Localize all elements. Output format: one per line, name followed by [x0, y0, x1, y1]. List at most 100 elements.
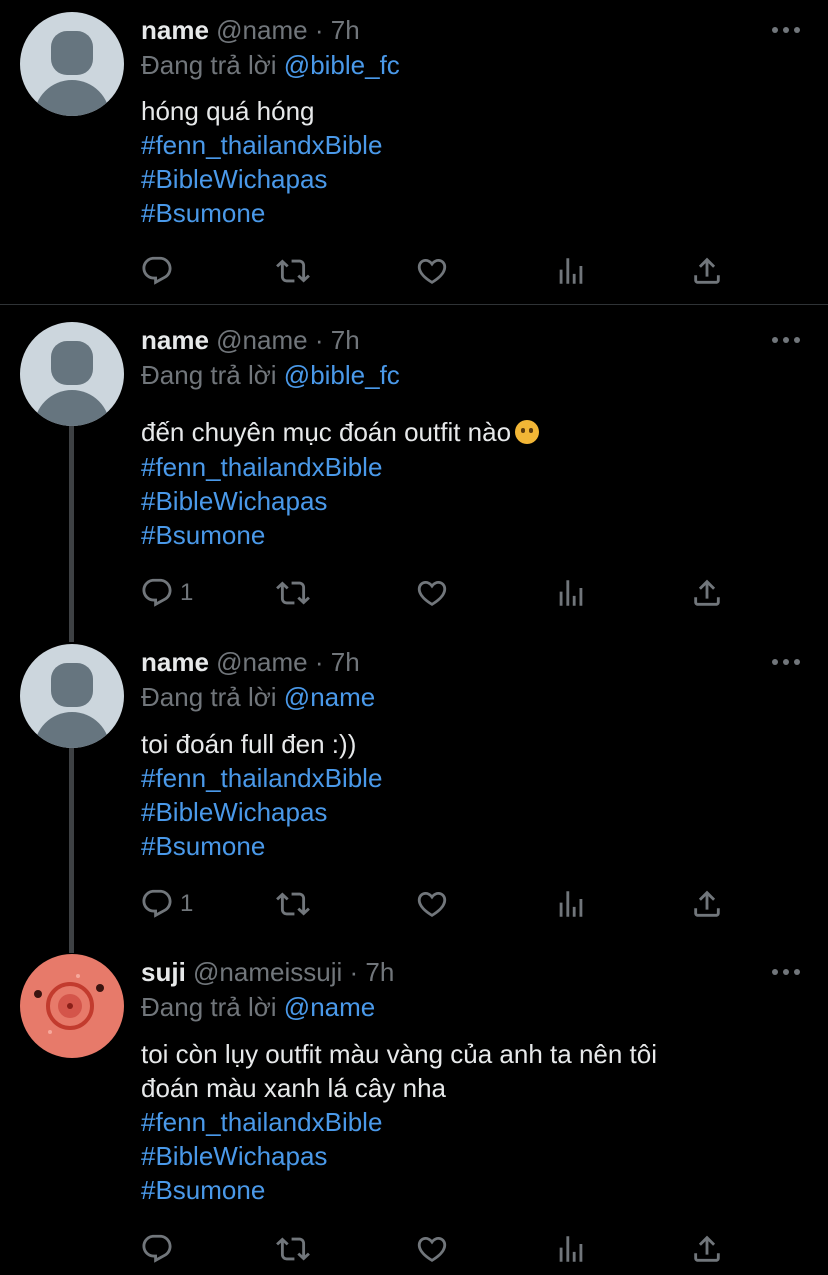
- share-icon: [690, 576, 724, 610]
- views-button[interactable]: [554, 254, 588, 288]
- more-options-icon[interactable]: [772, 27, 800, 35]
- tweet-header: name @name · 7h: [141, 15, 360, 46]
- retweet-button[interactable]: [276, 1232, 310, 1266]
- tweet[interactable]: name @name · 7h Đang trả lời @name toi đ…: [0, 625, 828, 935]
- tweet[interactable]: name @name · 7h Đang trả lời @bible_fc h…: [0, 0, 828, 304]
- retweet-icon: [276, 1232, 310, 1266]
- views-button[interactable]: [554, 576, 588, 610]
- reply-button[interactable]: [140, 1232, 174, 1266]
- more-options-icon[interactable]: [772, 969, 800, 977]
- hashtag-link[interactable]: #BibleWichapas: [141, 486, 327, 517]
- retweet-button[interactable]: [276, 576, 310, 610]
- tweet-text: đoán màu xanh lá cây nha: [141, 1073, 446, 1103]
- share-icon: [690, 887, 724, 921]
- like-button[interactable]: [415, 887, 449, 921]
- thinking-face-emoji-icon: [515, 420, 540, 444]
- separator-dot: ·: [314, 647, 324, 677]
- tweet-header: name @name · 7h: [141, 647, 360, 678]
- reply-button[interactable]: [140, 254, 174, 288]
- separator-dot: ·: [349, 957, 359, 987]
- share-icon: [690, 1232, 724, 1266]
- separator-dot: ·: [314, 325, 324, 355]
- user-handle[interactable]: @name: [216, 15, 307, 45]
- reply-mention-link[interactable]: @name: [284, 992, 375, 1022]
- user-handle[interactable]: @name: [216, 325, 307, 355]
- tweet-header: name @name · 7h: [141, 325, 360, 356]
- display-name[interactable]: name: [141, 325, 209, 355]
- tweet-text: toi đoán full đen :)): [141, 729, 357, 759]
- retweet-icon: [276, 887, 310, 921]
- reply-count: 1: [180, 579, 194, 606]
- hashtag-link[interactable]: #BibleWichapas: [141, 1141, 327, 1172]
- reply-button[interactable]: 1: [140, 576, 193, 610]
- hashtag-link[interactable]: #fenn_thailandxBible: [141, 763, 382, 794]
- retweet-icon: [276, 576, 310, 610]
- default-avatar-icon[interactable]: [20, 644, 124, 748]
- views-button[interactable]: [554, 1232, 588, 1266]
- tweet[interactable]: suji @nameissuji · 7h Đang trả lời @name…: [0, 935, 828, 1275]
- hashtag-link[interactable]: #Bsumone: [141, 198, 265, 229]
- reply-mention-link[interactable]: @bible_fc: [284, 50, 400, 80]
- like-button[interactable]: [415, 254, 449, 288]
- hashtag-link[interactable]: #Bsumone: [141, 520, 265, 551]
- reply-mention-link[interactable]: @bible_fc: [284, 360, 400, 390]
- default-avatar-icon[interactable]: [20, 12, 124, 116]
- heart-icon: [415, 887, 449, 921]
- share-button[interactable]: [690, 576, 724, 610]
- retweet-button[interactable]: [276, 254, 310, 288]
- views-chart-icon: [554, 887, 588, 921]
- hashtag-link[interactable]: #fenn_thailandxBible: [141, 452, 382, 483]
- hashtag-link[interactable]: #Bsumone: [141, 1175, 265, 1206]
- retweet-button[interactable]: [276, 887, 310, 921]
- share-button[interactable]: [690, 254, 724, 288]
- user-handle[interactable]: @name: [216, 647, 307, 677]
- hashtag-link[interactable]: #BibleWichapas: [141, 164, 327, 195]
- views-chart-icon: [554, 1232, 588, 1266]
- pig-avatar-icon[interactable]: [20, 954, 124, 1058]
- separator-dot: ·: [314, 15, 324, 45]
- views-chart-icon: [554, 254, 588, 288]
- tweet-text: đến chuyên mục đoán outfit nào: [141, 417, 512, 447]
- timestamp[interactable]: 7h: [365, 957, 394, 987]
- replying-to: Đang trả lời @bible_fc: [141, 50, 400, 81]
- reply-button[interactable]: 1: [140, 887, 193, 921]
- timestamp[interactable]: 7h: [331, 15, 360, 45]
- hashtag-link[interactable]: #fenn_thailandxBible: [141, 1107, 382, 1138]
- reply-icon: [140, 1232, 174, 1266]
- reply-mention-link[interactable]: @name: [284, 682, 375, 712]
- hashtag-link[interactable]: #Bsumone: [141, 831, 265, 862]
- hashtag-link[interactable]: #fenn_thailandxBible: [141, 130, 382, 161]
- default-avatar-icon[interactable]: [20, 322, 124, 426]
- replying-to: Đang trả lời @name: [141, 992, 375, 1023]
- display-name[interactable]: suji: [141, 957, 186, 987]
- replying-to-label: Đang trả lời: [141, 50, 277, 80]
- like-button[interactable]: [415, 1232, 449, 1266]
- replying-to-label: Đang trả lời: [141, 992, 277, 1022]
- views-button[interactable]: [554, 887, 588, 921]
- tweet-text-line: đến chuyên mục đoán outfit nào: [141, 417, 540, 448]
- tweet-text: hóng quá hóng: [141, 96, 315, 126]
- reply-icon: [140, 576, 174, 610]
- views-chart-icon: [554, 576, 588, 610]
- more-options-icon[interactable]: [772, 659, 800, 667]
- reply-icon: [140, 254, 174, 288]
- share-button[interactable]: [690, 1232, 724, 1266]
- hashtag-link[interactable]: #BibleWichapas: [141, 797, 327, 828]
- tweet[interactable]: name @name · 7h Đang trả lời @bible_fc đ…: [0, 305, 828, 625]
- display-name[interactable]: name: [141, 647, 209, 677]
- replying-to-label: Đang trả lời: [141, 682, 277, 712]
- retweet-icon: [276, 254, 310, 288]
- like-button[interactable]: [415, 576, 449, 610]
- user-handle[interactable]: @nameissuji: [193, 957, 342, 987]
- heart-icon: [415, 1232, 449, 1266]
- reply-count: 1: [180, 890, 194, 917]
- heart-icon: [415, 576, 449, 610]
- share-button[interactable]: [690, 887, 724, 921]
- pig-face-icon: [34, 974, 104, 1034]
- more-options-icon[interactable]: [772, 337, 800, 345]
- timestamp[interactable]: 7h: [331, 325, 360, 355]
- display-name[interactable]: name: [141, 15, 209, 45]
- tweet-text: toi còn lụy outfit màu vàng của anh ta n…: [141, 1039, 658, 1069]
- tweet-header: suji @nameissuji · 7h: [141, 957, 394, 988]
- timestamp[interactable]: 7h: [331, 647, 360, 677]
